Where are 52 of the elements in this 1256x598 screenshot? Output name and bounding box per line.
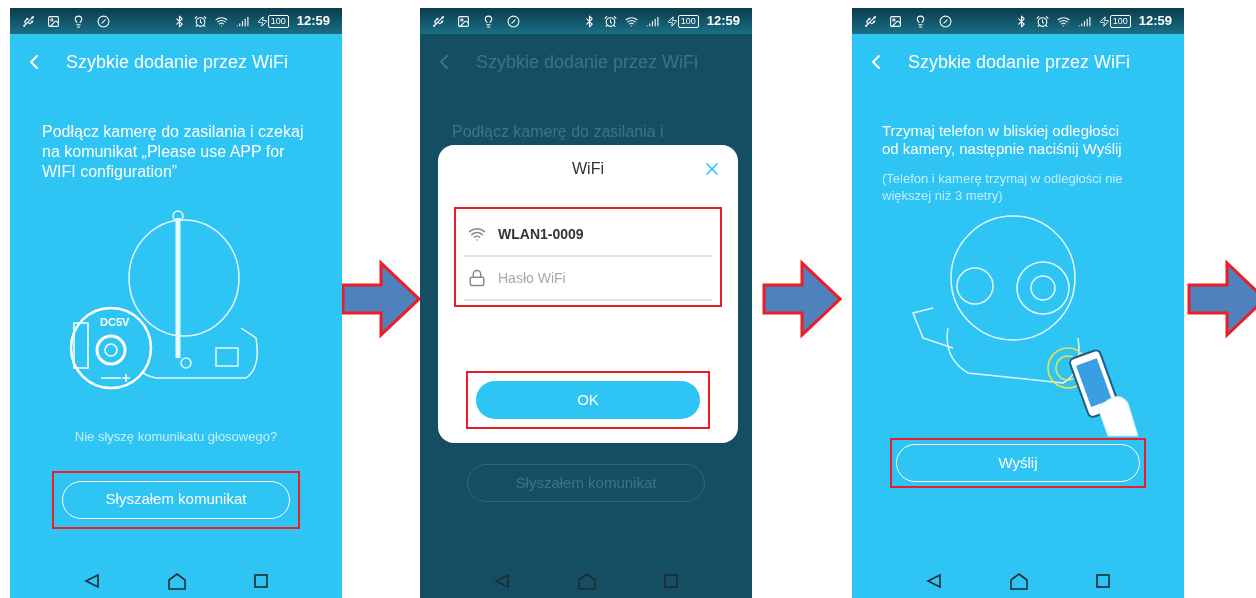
distance-note: (Telefon i kamerę trzymaj w odległości nie większej niż 3 metry): [882, 170, 1124, 204]
bulb-icon: [914, 14, 927, 28]
status-time: 12:59: [296, 12, 330, 31]
blocked-icon: [507, 14, 520, 28]
image-icon: [889, 14, 902, 28]
status-time: 12:59: [706, 12, 740, 31]
signal-icon: [235, 14, 249, 28]
recents-icon[interactable]: [1096, 574, 1111, 588]
lock-icon: [468, 269, 486, 287]
arrow-icon: [1187, 259, 1256, 339]
password-field[interactable]: Hasło WiFi: [498, 267, 708, 289]
signal-icon: [1077, 14, 1091, 28]
usb-icon: [864, 14, 877, 28]
network-name[interactable]: WLAN1-0009: [498, 223, 584, 245]
image-icon: [457, 14, 470, 28]
bulb-icon: [72, 14, 85, 28]
signal-icon: [645, 14, 659, 28]
alarm-icon: [603, 14, 617, 28]
charging-icon: [1098, 15, 1110, 27]
blocked-icon: [939, 14, 952, 28]
ok-button[interactable]: OK: [476, 381, 700, 419]
help-link[interactable]: Nie słyszę komunikatu głosowego?: [74, 427, 278, 447]
bulb-icon: [482, 14, 495, 28]
usb-icon: [432, 14, 445, 28]
arrow-icon: [341, 259, 421, 339]
home-icon[interactable]: [1010, 573, 1028, 590]
blocked-icon: [97, 14, 110, 28]
alarm-icon: [193, 14, 207, 28]
screen-title: Szybkie dodanie przez WiFi: [908, 50, 1131, 74]
alarm-icon: [1035, 14, 1049, 28]
wifi-icon: [468, 225, 486, 243]
battery-level: 100: [677, 14, 699, 28]
back-icon[interactable]: [83, 573, 99, 589]
home-icon[interactable]: [168, 573, 186, 590]
battery-level: 100: [267, 14, 289, 28]
wifi-icon: [624, 14, 638, 28]
charging-icon: [666, 15, 678, 27]
status-time: 12:59: [1138, 12, 1172, 31]
charging-icon: [256, 15, 268, 27]
wifi-icon: [1056, 14, 1070, 28]
recents-icon[interactable]: [254, 574, 269, 588]
battery-level: 100: [1109, 14, 1131, 28]
arrow-icon: [762, 259, 842, 339]
dialog-title: WiFi: [572, 159, 604, 179]
instruction-text: Podłącz kamerę do zasilania i czekaj na komunikat „Please use APP for WIFI configuration”: [42, 122, 304, 182]
screen-title: Szybkie dodanie przez WiFi: [66, 50, 289, 74]
usb-icon: [22, 14, 35, 28]
image-icon: [47, 14, 60, 28]
instruction-text: Trzymaj telefon w bliskiej odległości od kamery, następnie naciśnij Wyślij: [882, 122, 1122, 158]
port-label: DC5V: [100, 316, 130, 328]
wifi-icon: [214, 14, 228, 28]
back-icon[interactable]: [925, 573, 941, 589]
